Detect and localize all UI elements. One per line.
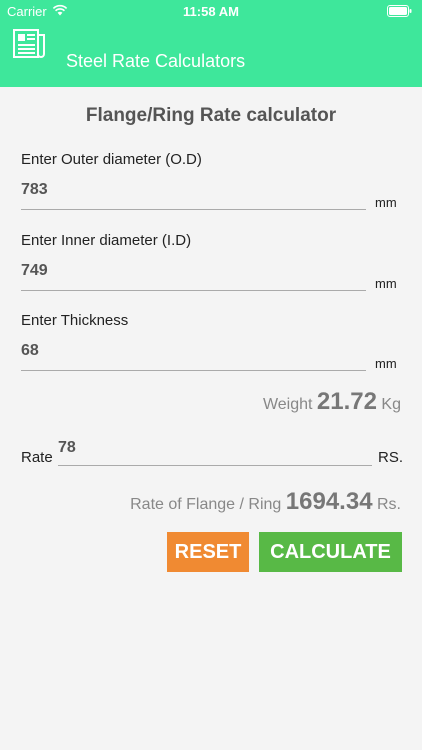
- weight-result: Weight 21.72 Kg: [263, 388, 401, 416]
- rate-unit: RS.: [378, 449, 404, 466]
- inner-diameter-underline: [21, 290, 366, 291]
- rate-input[interactable]: 78: [58, 439, 76, 457]
- page-title: Flange/Ring Rate calculator: [85, 105, 337, 126]
- status-time: 11:58 AM: [183, 4, 239, 19]
- weight-label: Weight: [262, 396, 313, 413]
- rate-underline: [58, 465, 372, 466]
- outer-diameter-unit: mm: [375, 195, 397, 210]
- app-header: Carrier 11:58 AM Steel Rate Calculators: [0, 0, 422, 87]
- thickness-underline: [21, 370, 366, 371]
- newspaper-icon: [13, 29, 45, 58]
- thickness-unit: mm: [375, 356, 397, 371]
- outer-diameter-underline: [21, 209, 366, 210]
- battery-icon: [387, 5, 412, 17]
- inner-diameter-unit: mm: [375, 276, 397, 291]
- inner-diameter-input[interactable]: 749: [21, 262, 48, 280]
- outer-diameter-input[interactable]: 783: [21, 181, 48, 199]
- flange-rate-label: Rate of Flange / Ring: [130, 496, 282, 513]
- flange-rate-value: 1694.34: [285, 488, 373, 515]
- rate-label: Rate: [21, 449, 53, 466]
- weight-value: 21.72: [316, 388, 377, 415]
- flange-rate-result: Rate of Flange / Ring 1694.34 Rs.: [130, 488, 401, 516]
- reset-button[interactable]: RESET: [167, 532, 249, 572]
- outer-diameter-label: Enter Outer diameter (O.D): [21, 151, 202, 168]
- flange-rate-unit: Rs.: [377, 496, 401, 513]
- calculate-button[interactable]: CALCULATE: [259, 532, 402, 572]
- weight-unit: Kg: [381, 396, 401, 413]
- thickness-input[interactable]: 68: [21, 342, 39, 360]
- thickness-label: Enter Thickness: [21, 312, 129, 329]
- app-title: Steel Rate Calculators: [66, 51, 246, 71]
- status-bar: Carrier 11:58 AM: [0, 0, 422, 24]
- inner-diameter-label: Enter Inner diameter (I.D): [21, 232, 192, 249]
